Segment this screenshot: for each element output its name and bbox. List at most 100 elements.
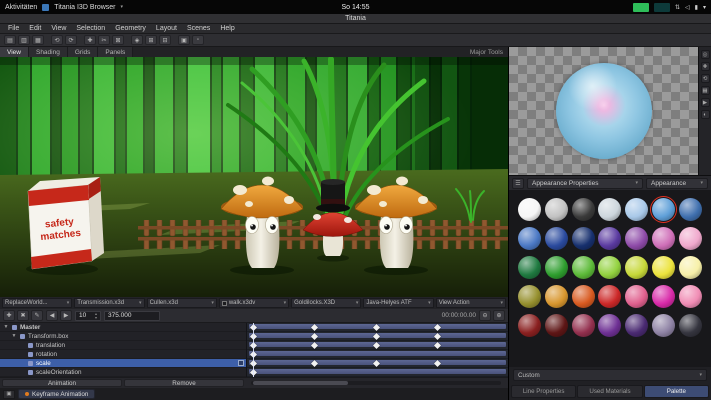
menu-edit[interactable]: Edit <box>24 25 46 32</box>
redo-icon[interactable]: ⟳ <box>65 35 77 45</box>
tab-palette[interactable]: Palette <box>644 385 709 398</box>
material-swatch[interactable] <box>598 285 621 308</box>
material-swatch[interactable] <box>572 227 595 250</box>
menu-view[interactable]: View <box>46 25 71 32</box>
grid-icon[interactable]: ▦ <box>701 86 710 95</box>
timeline-tracks[interactable] <box>247 323 508 377</box>
material-swatch[interactable] <box>572 198 595 221</box>
material-swatch[interactable] <box>652 256 675 279</box>
menu-geometry[interactable]: Geometry <box>110 25 151 32</box>
appearance-properties-dropdown[interactable]: Appearance Properties ▾ <box>527 178 643 189</box>
shading-icon[interactable]: ◐ <box>701 110 710 119</box>
add-keyframe-icon[interactable]: ✚ <box>3 310 15 321</box>
material-swatch[interactable] <box>679 256 702 279</box>
keyframe-row[interactable] <box>247 368 508 377</box>
menu-scenes[interactable]: Scenes <box>182 25 215 32</box>
material-swatch[interactable] <box>598 256 621 279</box>
tab-used-materials[interactable]: Used Materials <box>577 385 642 398</box>
animation-button[interactable]: Animation <box>2 379 122 387</box>
zoom-in-icon[interactable]: ⊕ <box>493 310 505 321</box>
viewport-combo-replaceworld[interactable]: ReplaceWorld...▾ <box>2 298 72 308</box>
rotate-icon[interactable]: ⟲ <box>701 74 710 83</box>
material-swatch[interactable] <box>652 227 675 250</box>
material-swatch[interactable] <box>598 314 621 337</box>
zoom-out-icon[interactable]: ⊖ <box>479 310 491 321</box>
edit-keyframe-icon[interactable]: ✎ <box>31 310 43 321</box>
timeline-node-transform-box[interactable]: ▼Transform.box <box>0 332 246 341</box>
timeline-node-scale[interactable]: scale <box>0 359 246 368</box>
material-swatch[interactable] <box>545 285 568 308</box>
app-menu-button[interactable]: Titania I3D Browser <box>54 4 115 11</box>
window-titlebar[interactable]: Titania <box>0 14 711 24</box>
move-icon[interactable]: ✚ <box>701 62 710 71</box>
remove-keyframe-icon[interactable]: ✖ <box>17 310 29 321</box>
major-tools-label[interactable]: Major Tools <box>470 49 508 56</box>
tab-keyframe-animation[interactable]: Keyframe Animation <box>18 389 95 399</box>
material-swatch[interactable] <box>679 227 702 250</box>
timeline-node-master[interactable]: ▼Master <box>0 323 246 332</box>
material-swatch[interactable] <box>625 198 648 221</box>
timeline-node-translation[interactable]: translation <box>0 341 246 350</box>
viewport-tab-shading[interactable]: Shading <box>29 47 68 57</box>
material-swatch[interactable] <box>652 314 675 337</box>
material-swatch[interactable] <box>545 256 568 279</box>
material-swatch[interactable] <box>518 227 541 250</box>
viewport-3d-scene[interactable]: safety matches <box>0 57 508 297</box>
material-swatch[interactable] <box>572 256 595 279</box>
material-swatch[interactable] <box>652 285 675 308</box>
tab-line-properties[interactable]: Line Properties <box>511 385 576 398</box>
material-swatch[interactable] <box>518 256 541 279</box>
timeline-node-scaleorientation[interactable]: scaleOrientation <box>0 368 246 377</box>
delete-icon[interactable]: ⊠ <box>112 35 124 45</box>
scrollbar-thumb[interactable] <box>253 381 348 385</box>
menu-file[interactable]: File <box>3 25 24 32</box>
material-swatch[interactable] <box>545 314 568 337</box>
material-swatch[interactable] <box>518 198 541 221</box>
keyframe-row[interactable] <box>247 332 508 341</box>
expand-icon[interactable]: ⊞ <box>145 35 157 45</box>
undo-icon[interactable]: ⟲ <box>51 35 63 45</box>
volume-icon[interactable]: ◁ <box>685 4 690 11</box>
prev-frame-icon[interactable]: ◀ <box>46 310 58 321</box>
material-swatch[interactable] <box>679 285 702 308</box>
material-swatch[interactable] <box>679 198 702 221</box>
timeline-node-rotation[interactable]: rotation <box>0 350 246 359</box>
material-swatch[interactable] <box>518 314 541 337</box>
keyframe-row[interactable] <box>247 323 508 332</box>
menu-help[interactable]: Help <box>215 25 239 32</box>
new-file-icon[interactable]: ▤ <box>4 35 16 45</box>
menu-layout[interactable]: Layout <box>151 25 182 32</box>
palette-select[interactable]: Custom ▾ <box>513 369 707 381</box>
material-swatch[interactable] <box>598 198 621 221</box>
material-swatch[interactable] <box>625 314 648 337</box>
duration-field[interactable]: 375.000 <box>104 311 160 321</box>
snapshot-icon[interactable]: ◎ <box>701 50 710 59</box>
viewport-tab-panels[interactable]: Panels <box>98 47 133 57</box>
remove-button[interactable]: Remove <box>124 379 244 387</box>
network-icon[interactable]: ⇅ <box>675 4 680 11</box>
viewport-combo-walk-x3dv[interactable]: walk.x3dv▾ <box>219 298 289 308</box>
material-swatch[interactable] <box>625 227 648 250</box>
material-swatch[interactable] <box>625 285 648 308</box>
group-icon[interactable]: ◈ <box>131 35 143 45</box>
next-frame-icon[interactable]: ▶ <box>60 310 72 321</box>
panel-icon[interactable]: ▫ <box>192 35 204 45</box>
chevron-down-icon[interactable]: ▾ <box>703 4 706 11</box>
app-indicator-badge[interactable] <box>654 3 670 12</box>
play-icon[interactable]: ▶ <box>701 98 710 107</box>
viewport-combo-goldilocks-x3d[interactable]: Goldilocks.X3D▾ <box>291 298 361 308</box>
frame-field[interactable]: 10 ▴▾ <box>75 311 101 321</box>
keyframe-row[interactable] <box>247 350 508 359</box>
cut-icon[interactable]: ✂ <box>98 35 110 45</box>
material-swatch[interactable] <box>679 314 702 337</box>
material-swatch[interactable] <box>598 227 621 250</box>
battery-icon[interactable]: ▮ <box>695 4 698 11</box>
expander-icon[interactable]: ▼ <box>3 324 9 330</box>
save-file-icon[interactable]: ▦ <box>32 35 44 45</box>
viewport-combo-java-helyes-atf[interactable]: Java-Helyes ATF▾ <box>363 298 433 308</box>
grid-icon[interactable]: ▣ <box>178 35 190 45</box>
keyframe-row[interactable] <box>247 359 508 368</box>
collapse-icon[interactable]: ⊟ <box>159 35 171 45</box>
activities-button[interactable]: Aktivitäten <box>5 4 37 11</box>
material-swatch[interactable] <box>545 227 568 250</box>
